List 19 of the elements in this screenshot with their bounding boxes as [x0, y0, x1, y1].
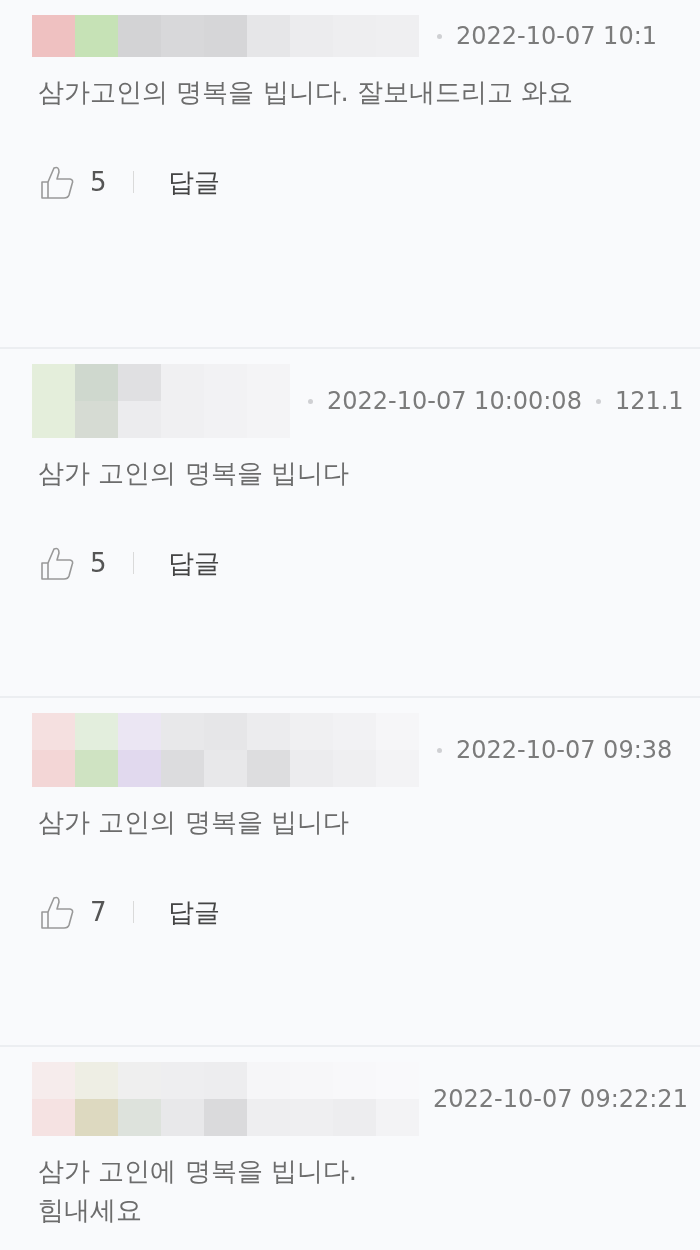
- comment-meta: 2022-10-07 09:22:21: [433, 1085, 688, 1113]
- comment-meta: 2022-10-07 10:00:08: [327, 387, 582, 415]
- separator-dot: [595, 398, 601, 404]
- separator-dot: [437, 33, 442, 39]
- comment-meta: 2022-10-07 09:38: [456, 736, 673, 764]
- like-button[interactable]: 5: [36, 164, 107, 200]
- like-button[interactable]: 5: [36, 545, 107, 581]
- comment-meta: 121.1: [614, 387, 684, 415]
- comment-text: 삼가고인의 명복을 빕니다. 잘보내드리고 와요: [38, 76, 575, 109]
- reply-button[interactable]: 답글: [167, 545, 220, 581]
- separator-dot: [437, 747, 442, 753]
- comment-text: 삼가 고인의 명복을 빕니다: [38, 457, 350, 490]
- like-button[interactable]: 7: [36, 894, 107, 930]
- comment-text: 삼가 고인의 명복을 빕니다: [38, 806, 350, 839]
- comment-text: 삼가 고인에 명복을 빕니다. 힘내세요: [38, 1155, 359, 1227]
- separator-dot: [308, 398, 313, 404]
- reply-button[interactable]: 답글: [167, 894, 220, 930]
- comment-meta: 2022-10-07 10:1: [456, 22, 657, 50]
- reply-button[interactable]: 답글: [167, 164, 220, 200]
